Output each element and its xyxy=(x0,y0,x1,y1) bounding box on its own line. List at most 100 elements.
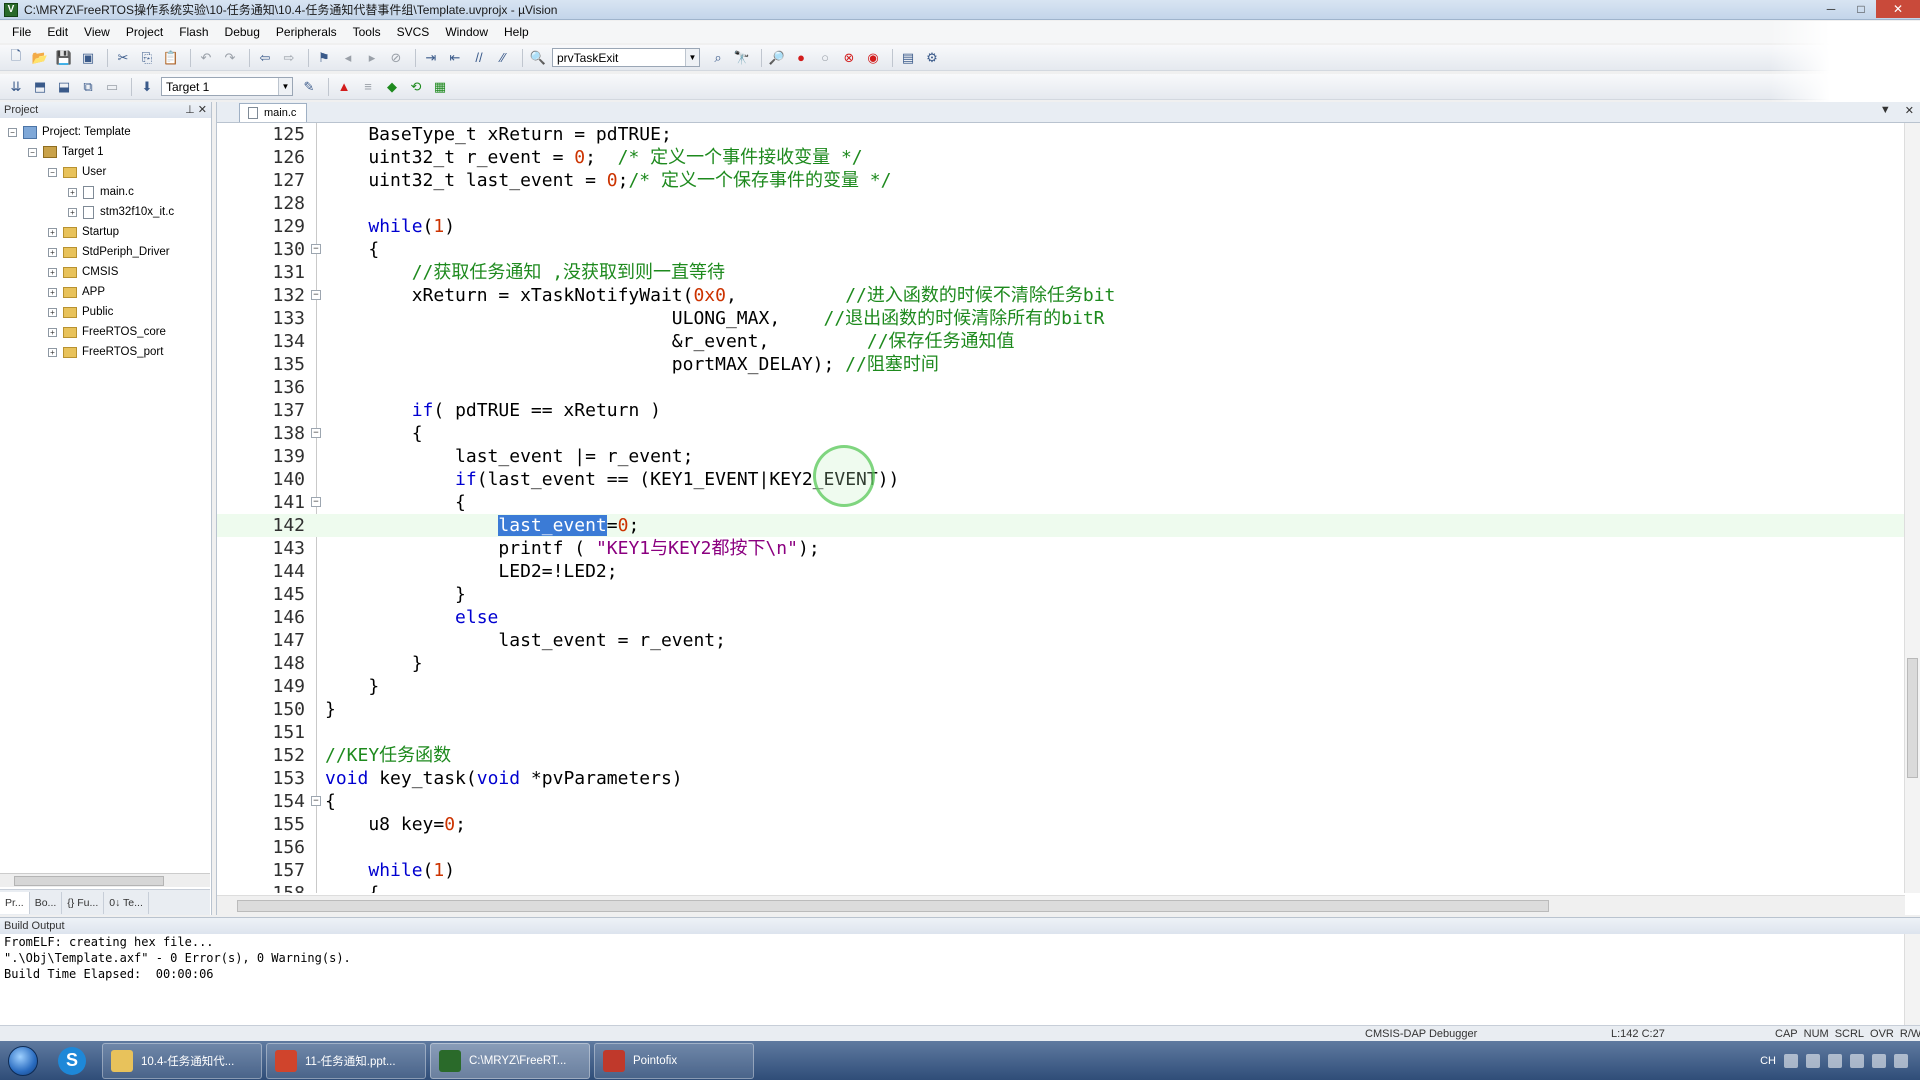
batch-build-icon[interactable]: ⧉ xyxy=(78,77,98,97)
pin-icon[interactable]: ⊥ xyxy=(185,104,195,116)
incremental-find-icon[interactable]: ⌕ xyxy=(708,48,728,68)
code-line[interactable]: 158 { xyxy=(217,882,1905,893)
help-icon[interactable] xyxy=(1806,1053,1820,1068)
code-line[interactable]: 153 void key_task(void *pvParameters) xyxy=(217,767,1905,790)
keyboard-icon[interactable] xyxy=(1784,1053,1798,1068)
multi-project-icon[interactable]: ▦ xyxy=(430,77,450,97)
network-icon[interactable] xyxy=(1828,1053,1842,1068)
expand-icon[interactable]: + xyxy=(48,227,57,237)
find-in-files-icon[interactable]: 🔍 xyxy=(528,48,548,68)
file-extensions-icon[interactable]: ▲ xyxy=(334,77,354,97)
fold-toggle-icon[interactable]: − xyxy=(311,428,321,438)
code-line[interactable]: 129 while(1) xyxy=(217,215,1905,238)
menu-view[interactable]: View xyxy=(76,21,118,43)
target-combo[interactable]: Target 1 ▼ xyxy=(161,77,293,96)
maximize-button[interactable]: □ xyxy=(1846,0,1876,18)
configure-icon[interactable]: ⚙ xyxy=(922,48,942,68)
menu-debug[interactable]: Debug xyxy=(217,21,268,43)
taskbar-button[interactable]: 10.4-任务通知代... xyxy=(102,1042,262,1079)
expand-icon[interactable]: + xyxy=(48,327,57,337)
save-all-icon[interactable]: ▣ xyxy=(78,48,98,68)
chevron-down-icon[interactable]: ▼ xyxy=(278,78,292,95)
collapse-icon[interactable]: − xyxy=(28,147,37,157)
new-file-icon[interactable]: 🗋 xyxy=(6,48,26,68)
pack-installer-icon[interactable]: ◆ xyxy=(382,77,402,97)
code-line[interactable]: 130− { xyxy=(217,238,1905,261)
tree-item[interactable]: + FreeRTOS_core xyxy=(0,322,211,342)
unindent-icon[interactable]: ⇤ xyxy=(445,48,465,68)
stop-build-icon[interactable]: ▭ xyxy=(102,77,122,97)
pinned-app[interactable]: S xyxy=(46,1042,98,1080)
target-options-icon[interactable]: ✎ xyxy=(299,77,319,97)
expand-icon[interactable]: + xyxy=(48,287,57,297)
code-line[interactable]: 150} xyxy=(217,698,1905,721)
code-line[interactable]: 138− { xyxy=(217,422,1905,445)
code-line[interactable]: 131 //获取任务通知 ,没获取到则一直等待 xyxy=(217,261,1905,284)
build-output-text[interactable]: FromELF: creating hex file... ".\Obj\Temp… xyxy=(0,934,1920,982)
code-area[interactable]: 125 BaseType_t xReturn = pdTRUE; 126 uint… xyxy=(217,123,1920,893)
navigate-back-icon[interactable]: ⇦ xyxy=(255,48,275,68)
code-line[interactable]: 142 last_event=0; xyxy=(217,514,1905,537)
fold-toggle-icon[interactable]: − xyxy=(311,290,321,300)
breakpoint-icon[interactable]: ● xyxy=(791,48,811,68)
rebuild-icon[interactable]: ⬓ xyxy=(54,77,74,97)
expand-icon[interactable]: + xyxy=(68,207,77,217)
code-line[interactable]: 136 xyxy=(217,376,1905,399)
tree-item[interactable]: − Target 1 xyxy=(0,142,211,162)
code-line[interactable]: 128 xyxy=(217,192,1905,215)
collapse-icon[interactable]: − xyxy=(48,167,57,177)
close-icon[interactable]: ✕ xyxy=(198,104,207,116)
tree-item[interactable]: + stm32f10x_it.c xyxy=(0,202,211,222)
translate-icon[interactable]: ⇊ xyxy=(6,77,26,97)
cut-icon[interactable]: ✂ xyxy=(113,48,133,68)
antivirus-icon[interactable] xyxy=(1850,1053,1864,1068)
paste-icon[interactable]: 📋 xyxy=(161,48,181,68)
manage-rte-icon[interactable]: ≡ xyxy=(358,77,378,97)
download-icon[interactable]: ⬇ xyxy=(137,77,157,97)
close-button[interactable]: ✕ xyxy=(1876,0,1920,18)
open-file-icon[interactable]: 📂 xyxy=(30,48,50,68)
code-line[interactable]: 149 } xyxy=(217,675,1905,698)
tree-item[interactable]: + CMSIS xyxy=(0,262,211,282)
code-line[interactable]: 134 &r_event, //保存任务通知值 xyxy=(217,330,1905,353)
tree-item[interactable]: − User xyxy=(0,162,211,182)
minimize-button[interactable]: ─ xyxy=(1816,0,1846,18)
build-output-scrollbar[interactable] xyxy=(1904,934,1920,1026)
fold-toggle-icon[interactable]: − xyxy=(311,244,321,254)
window-layout-icon[interactable]: ▤ xyxy=(898,48,918,68)
tree-item[interactable]: + FreeRTOS_port xyxy=(0,342,211,362)
save-icon[interactable]: 💾 xyxy=(54,48,74,68)
menu-svcs[interactable]: SVCS xyxy=(389,21,438,43)
menu-edit[interactable]: Edit xyxy=(39,21,76,43)
code-line[interactable]: 152 //KEY任务函数 xyxy=(217,744,1905,767)
copy-icon[interactable]: ⎘ xyxy=(137,48,157,68)
build-icon[interactable]: ⬒ xyxy=(30,77,50,97)
menu-tools[interactable]: Tools xyxy=(345,21,389,43)
code-line[interactable]: 146 else xyxy=(217,606,1905,629)
expand-icon[interactable]: + xyxy=(68,187,77,197)
function-combo[interactable]: prvTaskExit ▼ xyxy=(552,48,700,67)
editor-vertical-scrollbar[interactable] xyxy=(1904,123,1920,893)
project-panel-tab[interactable]: Pr... xyxy=(0,891,30,914)
code-line[interactable]: 154−{ xyxy=(217,790,1905,813)
code-line[interactable]: 127 uint32_t last_event = 0;/* 定义一个保存事件的… xyxy=(217,169,1905,192)
volume-icon[interactable] xyxy=(1872,1053,1886,1068)
project-horizontal-scrollbar[interactable] xyxy=(0,873,210,887)
menu-peripherals[interactable]: Peripherals xyxy=(268,21,345,43)
scrollbar-thumb[interactable] xyxy=(14,876,164,886)
expand-icon[interactable]: + xyxy=(48,267,57,277)
redo-icon[interactable]: ↷ xyxy=(220,48,240,68)
project-panel-tab[interactable]: {} Fu... xyxy=(62,891,105,914)
code-line[interactable]: 139 last_event |= r_event; xyxy=(217,445,1905,468)
menu-project[interactable]: Project xyxy=(118,21,171,43)
tree-item[interactable]: + Startup xyxy=(0,222,211,242)
code-line[interactable]: 144 LED2=!LED2; xyxy=(217,560,1905,583)
code-line[interactable]: 137 if( pdTRUE == xReturn ) xyxy=(217,399,1905,422)
code-line[interactable]: 157 while(1) xyxy=(217,859,1905,882)
tree-item[interactable]: − Project: Template xyxy=(0,122,211,142)
indent-icon[interactable]: ⇥ xyxy=(421,48,441,68)
project-panel-tab[interactable]: 0↓ Te... xyxy=(104,891,149,914)
code-line[interactable]: 125 BaseType_t xReturn = pdTRUE; xyxy=(217,123,1905,146)
navigate-forward-icon[interactable]: ⇨ xyxy=(279,48,299,68)
input-language[interactable]: CH xyxy=(1760,1055,1776,1067)
